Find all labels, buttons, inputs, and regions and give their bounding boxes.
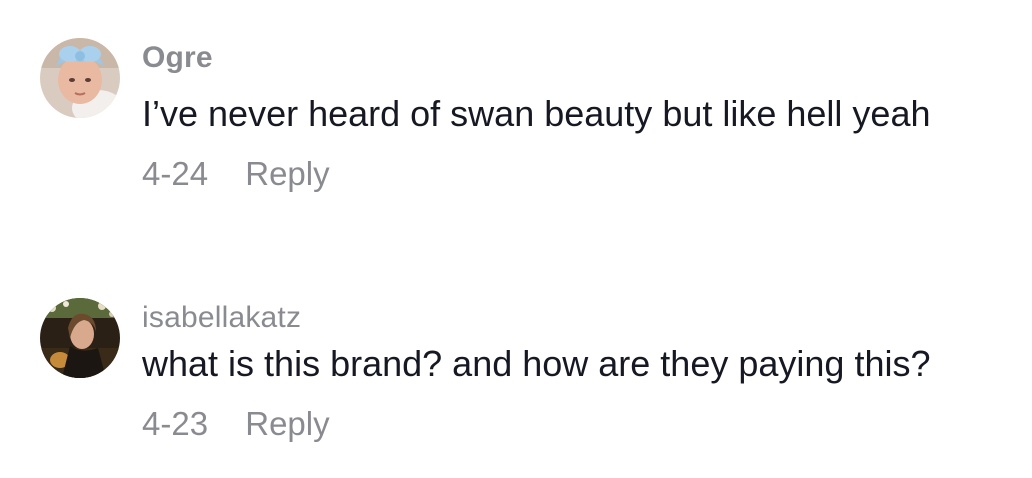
comment-date: 4-23	[142, 405, 209, 442]
avatar[interactable]	[40, 298, 120, 378]
woman-avatar-icon	[40, 298, 120, 378]
comment-username[interactable]: isabellakatz	[142, 298, 1012, 338]
avatar[interactable]	[40, 38, 120, 118]
comment-meta: 4-24 Reply	[142, 154, 1012, 194]
comment-date: 4-24	[142, 155, 209, 192]
comment-body: isabellakatz what is this brand? and how…	[142, 298, 1012, 444]
comment-text: I’ve never heard of swan beauty but like…	[142, 93, 931, 134]
comment-username[interactable]: Ogre	[142, 38, 1012, 78]
comment-meta: 4-23 Reply	[142, 404, 1012, 444]
comment-body: Ogre I’ve never heard of swan beauty but…	[142, 38, 1012, 194]
baby-avatar-icon	[40, 38, 120, 118]
comment-text: what is this brand? and how are they pay…	[142, 343, 931, 384]
reply-button[interactable]: Reply	[245, 154, 329, 194]
reply-button[interactable]: Reply	[245, 404, 329, 444]
